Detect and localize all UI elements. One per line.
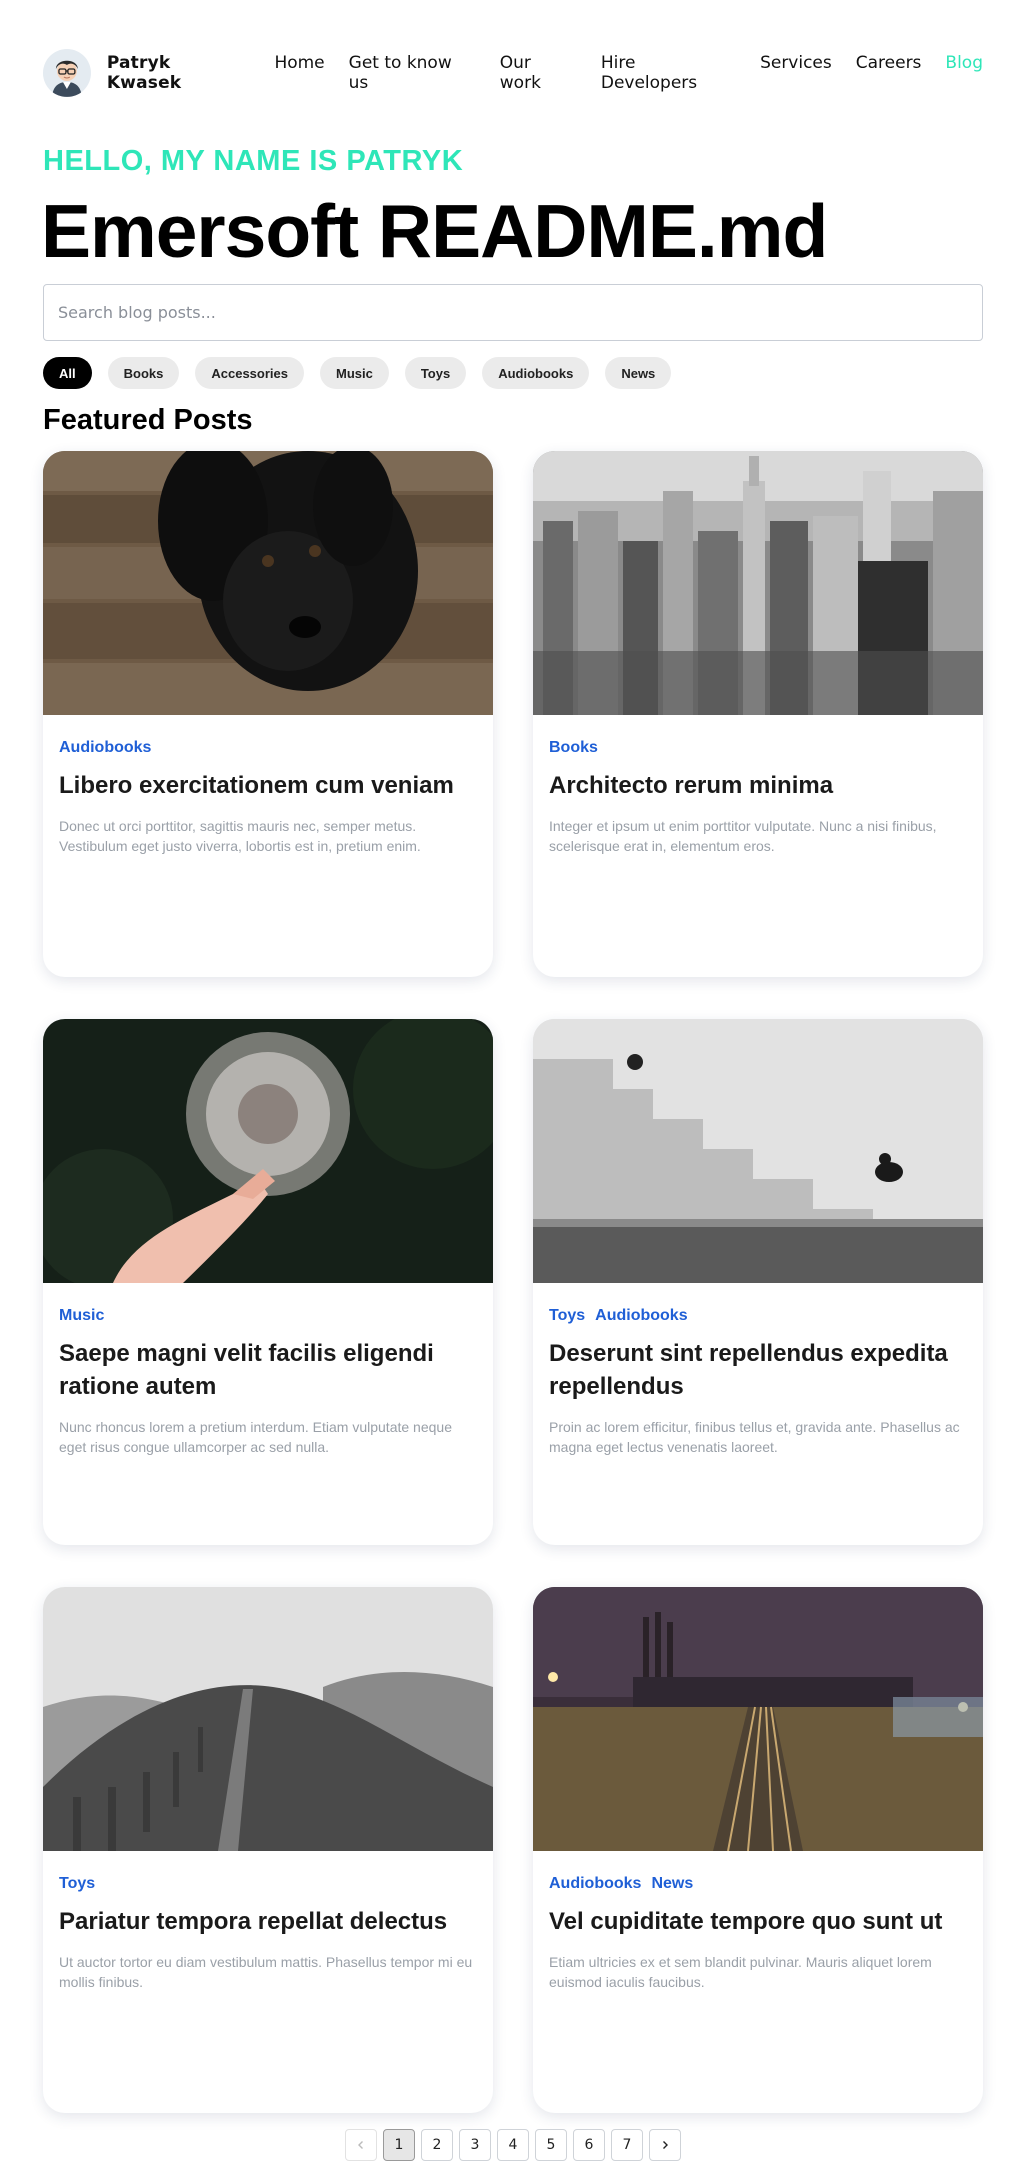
post-excerpt: Ut auctor tortor eu diam vestibulum matt… (59, 1954, 473, 1990)
post-image (43, 451, 493, 715)
filter-chip-news[interactable]: News (605, 357, 672, 389)
post-title[interactable]: Libero exercitationem cum veniam (59, 769, 477, 802)
post-category[interactable]: News (651, 1875, 693, 1893)
post-excerpt: Integer et ipsum ut enim porttitor vulpu… (549, 818, 937, 854)
chevron-right-icon (663, 2141, 668, 2149)
page-button-1[interactable]: 1 (383, 2129, 415, 2161)
post-categories: Music (59, 1307, 104, 1325)
page-button-5[interactable]: 5 (535, 2129, 567, 2161)
post-title[interactable]: Deserunt sint repellendus expedita repel… (549, 1337, 967, 1403)
filter-chip-music[interactable]: Music (319, 357, 389, 389)
post-image (533, 451, 983, 715)
post-title[interactable]: Saepe magni velit facilis eligendi ratio… (59, 1337, 477, 1403)
section-title: Featured Posts (43, 404, 253, 436)
filter-chip-accessories[interactable]: Accessories (195, 357, 304, 389)
post-card[interactable]: Books Architecto rerum minima Integer et… (533, 451, 983, 977)
filter-chip-books[interactable]: Books (107, 357, 180, 389)
category-filters: All Books Accessories Music Toys Audiobo… (43, 357, 672, 389)
post-category[interactable]: Music (59, 1307, 104, 1325)
pagination: 1 2 3 4 5 6 7 (345, 2129, 681, 2161)
next-page-button[interactable] (649, 2129, 681, 2161)
nav-item-our-work[interactable]: Our work (500, 53, 577, 93)
brand[interactable]: Patryk Kwasek (43, 49, 250, 97)
filter-chip-audiobooks[interactable]: Audiobooks (482, 357, 590, 389)
post-title[interactable]: Pariatur tempora repellat delectus (59, 1905, 477, 1938)
post-categories: Books (549, 739, 598, 757)
post-card[interactable]: Toys Pariatur tempora repellat delectus … (43, 1587, 493, 2113)
post-category[interactable]: Audiobooks (59, 739, 151, 757)
post-categories: Audiobooks News (549, 1875, 693, 1893)
nav-item-hire-developers[interactable]: Hire Developers (601, 53, 736, 93)
search-input[interactable] (43, 284, 983, 341)
page-button-3[interactable]: 3 (459, 2129, 491, 2161)
post-category[interactable]: Audiobooks (549, 1875, 641, 1893)
brand-name: Patryk Kwasek (106, 53, 182, 93)
post-title[interactable]: Vel cupiditate tempore quo sunt ut (549, 1905, 967, 1938)
post-image (43, 1019, 493, 1283)
post-excerpt: Etiam ultricies ex et sem blandit pulvin… (549, 1954, 932, 1990)
post-card[interactable]: Audiobooks News Vel cupiditate tempore q… (533, 1587, 983, 2113)
post-image (533, 1587, 983, 1851)
filter-chip-toys[interactable]: Toys (404, 357, 467, 389)
avatar (43, 49, 91, 97)
post-category[interactable]: Toys (549, 1307, 585, 1325)
post-card[interactable]: Audiobooks Libero exercitationem cum ven… (43, 451, 493, 977)
page-button-7[interactable]: 7 (611, 2129, 643, 2161)
post-excerpt: Nunc rhoncus lorem a pretium interdum. E… (59, 1419, 452, 1455)
nav-item-services[interactable]: Services (760, 53, 832, 93)
page-title: Emersoft README.md (41, 189, 828, 273)
post-categories: Toys (59, 1875, 95, 1893)
chevron-left-icon (358, 2141, 363, 2149)
nav-item-get-to-know-us[interactable]: Get to know us (349, 53, 476, 93)
main-nav: Home Get to know us Our work Hire Develo… (250, 53, 983, 93)
post-image (43, 1587, 493, 1851)
post-category[interactable]: Books (549, 739, 598, 757)
page-button-6[interactable]: 6 (573, 2129, 605, 2161)
post-categories: Audiobooks (59, 739, 151, 757)
post-card[interactable]: Toys Audiobooks Deserunt sint repellendu… (533, 1019, 983, 1545)
post-category[interactable]: Toys (59, 1875, 95, 1893)
nav-item-blog[interactable]: Blog (945, 53, 983, 93)
filter-chip-all[interactable]: All (43, 357, 92, 389)
post-category[interactable]: Audiobooks (595, 1307, 687, 1325)
post-image (533, 1019, 983, 1283)
prev-page-button[interactable] (345, 2129, 377, 2161)
nav-item-home[interactable]: Home (274, 53, 324, 93)
post-title[interactable]: Architecto rerum minima (549, 769, 967, 802)
post-card[interactable]: Music Saepe magni velit facilis eligendi… (43, 1019, 493, 1545)
post-categories: Toys Audiobooks (549, 1307, 688, 1325)
post-excerpt: Donec ut orci porttitor, sagittis mauris… (59, 818, 421, 854)
post-excerpt: Proin ac lorem efficitur, finibus tellus… (549, 1419, 960, 1455)
site-header: Patryk Kwasek Home Get to know us Our wo… (43, 45, 983, 101)
nav-item-careers[interactable]: Careers (856, 53, 922, 93)
page-button-4[interactable]: 4 (497, 2129, 529, 2161)
page-button-2[interactable]: 2 (421, 2129, 453, 2161)
hero-greeting: HELLO, MY NAME IS PATRYK (43, 145, 464, 177)
